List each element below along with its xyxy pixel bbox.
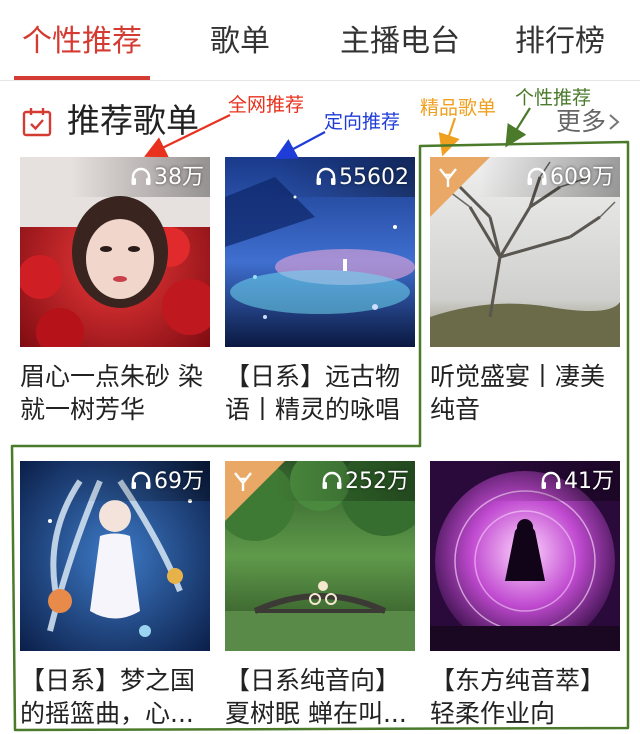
title-line: 就一树芳华 [20,395,146,424]
annotation-personal: 个性推荐 [515,87,592,109]
playlist-title[interactable]: 听觉盛宴丨凄美 纯音 [430,360,626,426]
title-line: 轻柔作业向 [430,699,556,728]
title-line: 听觉盛宴丨凄美 [430,362,606,391]
title-line: 【日系】梦之国 [20,666,196,695]
chevron-right-icon[interactable] [608,114,620,130]
headphones-icon [322,471,342,489]
annotation-boutique: 精品歌单 [420,97,497,119]
tab-personal-recommend[interactable]: 个性推荐 [14,0,150,80]
headphones-icon [131,471,151,489]
play-count-value: 609万 [550,165,614,190]
play-count: 38万 [130,161,204,195]
playlist-cover[interactable]: 41万 [430,461,620,651]
playlist-title[interactable]: 【日系】梦之国 的摇篮曲，心... [20,664,216,730]
headphones-icon [527,167,547,185]
play-count-value: 252万 [345,469,409,494]
playlist-cover[interactable]: 55602 [225,157,415,347]
play-count: 252万 [321,465,409,499]
play-count-value: 41万 [564,469,614,494]
title-line: 【日系纯音向】 [225,666,401,695]
section-title: 推荐歌单 [67,101,199,140]
title-line: 语丨精灵的咏唱 [225,395,401,424]
calendar-icon [22,108,52,137]
play-count-value: 69万 [154,469,204,494]
playlist-cover[interactable]: 38万 [20,157,210,347]
active-tab-indicator [14,76,150,80]
play-count: 69万 [130,465,204,499]
headphones-icon [131,167,151,185]
play-count-value: 38万 [154,165,204,190]
tab-radio[interactable]: 主播电台 [330,0,470,80]
tab-playlists[interactable]: 歌单 [190,0,290,80]
headphones-icon [541,471,561,489]
headphones-icon [316,167,336,185]
tab-charts[interactable]: 排行榜 [505,0,615,80]
annotation-directed: 定向推荐 [324,111,401,133]
title-line: 【日系】远古物 [225,362,401,391]
playlist-title[interactable]: 【东方纯音萃】 轻柔作业向 [430,664,626,730]
playlist-title[interactable]: 【日系】远古物 语丨精灵的咏唱 [225,360,421,426]
playlist-title[interactable]: 【日系纯音向】 夏树眠 蝉在叫... [225,664,421,730]
tab-bar: 个性推荐 歌单 主播电台 排行榜 [0,0,640,81]
play-count: 41万 [540,465,614,499]
title-line: 眉心一点朱砂 染 [20,362,203,391]
title-line: 的摇篮曲，心... [20,699,194,728]
playlist-cover[interactable]: 609万 [430,157,620,347]
title-line: 夏树眠 蝉在叫... [225,699,407,728]
playlist-title[interactable]: 眉心一点朱砂 染 就一树芳华 [20,360,216,426]
annotation-whole-net: 全网推荐 [228,94,305,116]
playlist-cover[interactable]: 252万 [225,461,415,651]
play-count: 55602 [315,161,409,195]
play-count-value: 55602 [339,165,409,190]
play-count: 609万 [526,161,614,195]
title-line: 纯音 [430,395,481,424]
title-line: 【东方纯音萃】 [430,666,606,695]
playlist-cover[interactable]: 69万 [20,461,210,651]
